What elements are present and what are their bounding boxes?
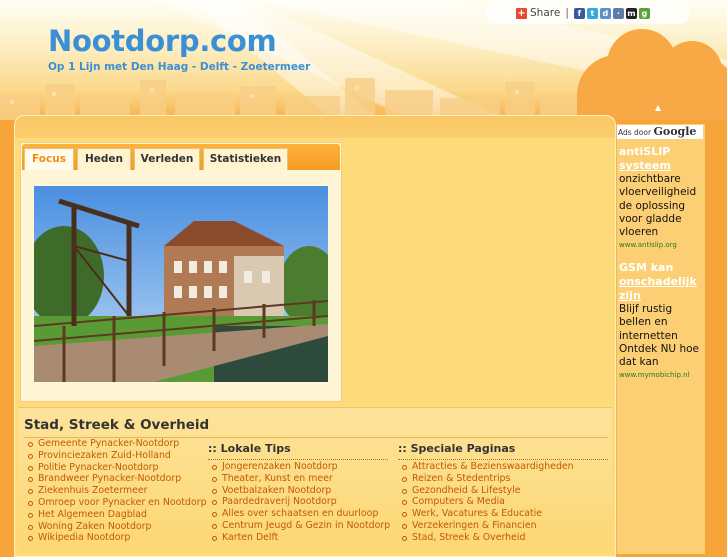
- ad-title[interactable]: antiSLIP systeem: [619, 145, 703, 173]
- list-item[interactable]: Gezondheid & Lifestyle: [402, 485, 574, 497]
- list-item[interactable]: Attracties & Bezienswaardigheden: [402, 461, 574, 473]
- twitter-icon[interactable]: t: [586, 7, 598, 19]
- list-item[interactable]: Paardedraverij Nootdorp: [211, 496, 390, 508]
- list-item[interactable]: Reizen & Stedentrips: [402, 473, 574, 485]
- ad-url[interactable]: www.antislip.org: [619, 239, 703, 251]
- list-item[interactable]: Ziekenhuis Zoetermeer: [28, 485, 207, 497]
- myspace-icon[interactable]: m: [625, 7, 637, 19]
- cloud-decoration: [577, 29, 727, 120]
- ad-title-line1[interactable]: GSM kan: [619, 261, 673, 274]
- list-item[interactable]: Computers & Media: [402, 496, 574, 508]
- site-title[interactable]: Nootdorp.com: [48, 24, 277, 58]
- delicious-icon[interactable]: ·: [612, 7, 624, 19]
- ad-text: Blijf rustig bellen en internetten Ontde…: [619, 303, 699, 369]
- list-item[interactable]: Woning Zaken Nootdorp: [28, 521, 207, 533]
- list-item[interactable]: Omroep voor Pynacker en Nootdorp: [28, 497, 207, 509]
- share-separator: |: [565, 7, 569, 19]
- link-list-speciale-paginas: Attracties & Bezienswaardigheden Reizen …: [398, 461, 574, 544]
- list-item[interactable]: Karten Delft: [211, 532, 390, 544]
- speciale-paginas-divider: [398, 459, 608, 460]
- tab-heden[interactable]: Heden: [77, 148, 131, 170]
- share-plus-icon[interactable]: +: [516, 7, 527, 19]
- link-list-overheid: Gemeente Pynacker-Nootdorp Provinciezake…: [24, 438, 207, 544]
- tab-focus[interactable]: Focus: [24, 148, 74, 170]
- ads-label-prefix: Ads door: [618, 128, 652, 137]
- featured-photo[interactable]: [34, 186, 328, 382]
- ad-gsm[interactable]: GSM kan onschadelijk zijn Blijf rustig b…: [619, 261, 703, 381]
- ad-antislip[interactable]: antiSLIP systeem onzichtbare vloerveilig…: [619, 145, 703, 251]
- lokale-tips-divider: [208, 459, 388, 460]
- share-button[interactable]: Share: [530, 7, 560, 19]
- list-item[interactable]: Theater, Kunst en meer: [211, 473, 390, 485]
- ad-text: onzichtbare vloerveiligheid de oplossing…: [619, 173, 697, 239]
- list-item[interactable]: Centrum Jeugd & Gezin in Nootdorp: [211, 520, 390, 532]
- link-list-lokale-tips: Jongerenzaken Nootdorp Theater, Kunst en…: [208, 461, 390, 544]
- list-item[interactable]: Brandweer Pynacker-Nootdorp: [28, 473, 207, 485]
- list-item[interactable]: Stad, Streek & Overheid: [402, 532, 574, 544]
- google-logo: Google: [653, 125, 697, 138]
- ad-title-line2[interactable]: systeem: [619, 159, 671, 172]
- tab-verleden[interactable]: Verleden: [134, 148, 200, 170]
- list-item[interactable]: Provinciezaken Zuid-Holland: [28, 450, 207, 462]
- cloud-arrow-icon: ▲: [654, 103, 661, 112]
- lokale-tips-heading: :: Lokale Tips: [208, 442, 291, 455]
- ad-url[interactable]: www.mymobichip.nl: [619, 369, 703, 381]
- list-item[interactable]: Het Algemeen Dagblad: [28, 509, 207, 521]
- list-item[interactable]: Werk, Vacatures & Educatie: [402, 508, 574, 520]
- speciale-paginas-heading: :: Speciale Paginas: [398, 442, 516, 455]
- google-bookmarks-icon[interactable]: g: [638, 7, 650, 19]
- site-subtitle: Op 1 Lijn met Den Haag - Delft - Zoeterm…: [48, 61, 311, 73]
- list-item[interactable]: Verzekeringen & Financien: [402, 520, 574, 532]
- list-item[interactable]: Jongerenzaken Nootdorp: [211, 461, 390, 473]
- digg-icon[interactable]: d: [599, 7, 611, 19]
- list-item[interactable]: Politie Pynacker-Nootdorp: [28, 462, 207, 474]
- ads-by-google-label[interactable]: Ads door Google: [617, 125, 703, 139]
- section-title: Stad, Streek & Overheid: [24, 417, 210, 433]
- ad-title-line2[interactable]: onschadelijk zijn: [619, 275, 697, 302]
- list-item[interactable]: Voetbalzaken Nootdorp: [211, 485, 390, 497]
- list-item[interactable]: Wikipedia Nootdorp: [28, 532, 207, 544]
- list-item[interactable]: Gemeente Pynacker-Nootdorp: [28, 438, 207, 450]
- facebook-icon[interactable]: f: [573, 7, 585, 19]
- ad-title-line1[interactable]: antiSLIP: [619, 145, 670, 158]
- ad-title[interactable]: GSM kan onschadelijk zijn: [619, 261, 703, 303]
- tab-statistieken[interactable]: Statistieken: [203, 148, 288, 170]
- share-bar: + Share | f t d · m g: [486, 2, 690, 24]
- list-item[interactable]: Alles over schaatsen en duurloop: [211, 508, 390, 520]
